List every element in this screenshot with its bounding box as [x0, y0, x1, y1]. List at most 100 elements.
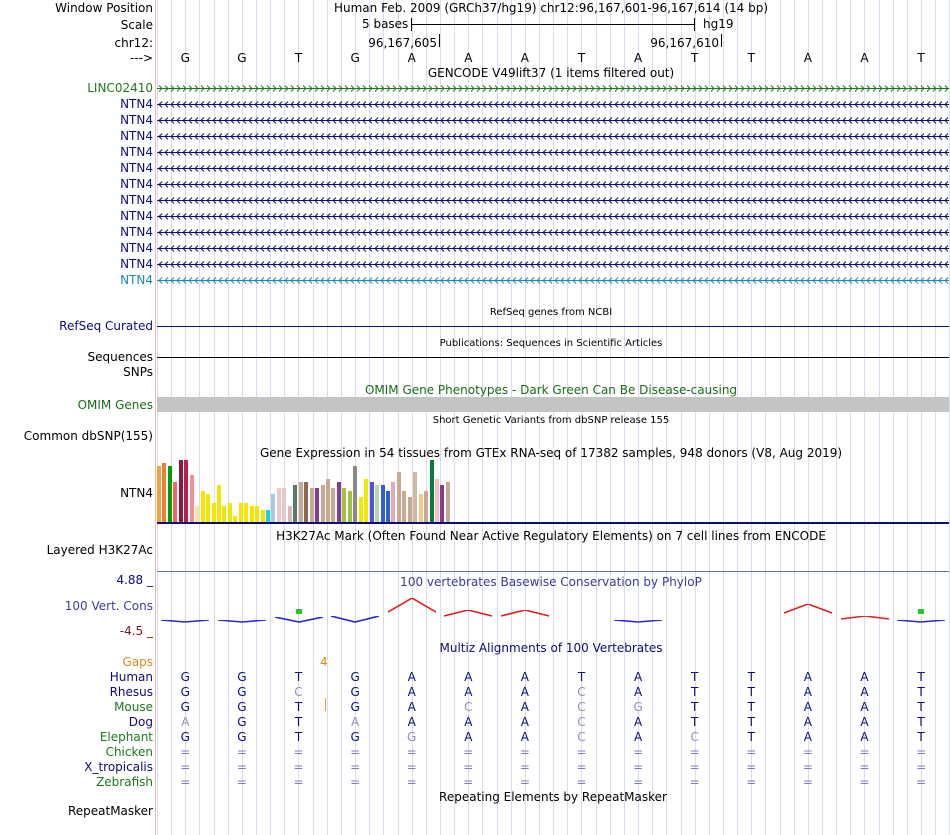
- gencode-item-label[interactable]: NTN4: [120, 129, 153, 143]
- gtex-tissue-bar[interactable]: [369, 482, 374, 522]
- gtex-tissue-bar[interactable]: [206, 494, 211, 522]
- gtex-tissue-bar[interactable]: [238, 503, 243, 522]
- gtex-tissue-bar[interactable]: [255, 506, 260, 522]
- gtex-tissue-bar[interactable]: [173, 482, 178, 522]
- gtex-tissue-bar[interactable]: [396, 472, 401, 522]
- gtex-tissue-bar[interactable]: [309, 488, 314, 522]
- phylop-score-glyph[interactable]: [840, 609, 889, 620]
- h3k27ac-track-label[interactable]: Layered H3K27Ac: [47, 543, 153, 557]
- gtex-tissue-bar[interactable]: [413, 472, 418, 522]
- gencode-item-feature[interactable]: [157, 164, 949, 173]
- gencode-item-label[interactable]: NTN4: [120, 177, 153, 191]
- gtex-tissue-bar[interactable]: [364, 479, 369, 522]
- gtex-tissue-bar[interactable]: [293, 485, 298, 522]
- gtex-tissue-bar[interactable]: [358, 497, 363, 522]
- multiz-species-label[interactable]: Dog: [129, 715, 153, 729]
- gtex-tissue-bar[interactable]: [298, 482, 303, 522]
- gtex-tissue-bar[interactable]: [304, 482, 309, 522]
- phylop-track-title[interactable]: 100 vertebrates Basewise Conservation by…: [400, 575, 702, 589]
- dbsnp-track-title[interactable]: Short Genetic Variants from dbSNP releas…: [433, 414, 670, 428]
- gencode-item-feature[interactable]: [157, 132, 949, 141]
- gtex-track-title[interactable]: Gene Expression in 54 tissues from GTEx …: [260, 446, 842, 460]
- gtex-tissue-bar[interactable]: [260, 510, 265, 522]
- gencode-item-feature[interactable]: [157, 244, 949, 253]
- gtex-tissue-bar[interactable]: [200, 491, 205, 522]
- multiz-species-label[interactable]: Mouse: [114, 700, 153, 714]
- repeatmasker-track-label[interactable]: RepeatMasker: [68, 804, 153, 818]
- omim-track-title[interactable]: OMIM Gene Phenotypes - Dark Green Can Be…: [365, 383, 737, 397]
- phylop-score-glyph[interactable]: [500, 606, 550, 617]
- snps-track-label[interactable]: SNPs: [123, 365, 153, 379]
- gtex-tissue-bar[interactable]: [326, 479, 330, 522]
- phylop-score-glyph[interactable]: [330, 612, 380, 623]
- multiz-track-title[interactable]: Multiz Alignments of 100 Vertebrates: [439, 641, 662, 655]
- gtex-tissue-bar[interactable]: [418, 494, 423, 522]
- gencode-item-label[interactable]: NTN4: [120, 161, 153, 175]
- gencode-item-label[interactable]: NTN4: [120, 193, 153, 207]
- gencode-item-label[interactable]: NTN4: [120, 241, 153, 255]
- phylop-score-glyph[interactable]: [783, 603, 833, 614]
- gtex-tissue-bar[interactable]: [157, 466, 161, 522]
- gtex-tissue-bar[interactable]: [276, 488, 281, 522]
- phylop-score-glyph[interactable]: [444, 606, 493, 617]
- phylop-score-glyph[interactable]: [217, 612, 266, 623]
- gtex-tissue-bar[interactable]: [353, 466, 358, 522]
- gencode-track-title[interactable]: GENCODE V49lift37 (1 items filtered out): [428, 66, 674, 80]
- gencode-item-feature[interactable]: [157, 148, 949, 157]
- gtex-tissue-bar[interactable]: [331, 488, 336, 522]
- gtex-tissue-bar[interactable]: [222, 506, 227, 522]
- gtex-tissue-bar[interactable]: [402, 491, 407, 522]
- gtex-tissue-bar[interactable]: [282, 488, 287, 522]
- gencode-item-feature[interactable]: [157, 116, 949, 125]
- gtex-tissue-bar[interactable]: [407, 497, 412, 522]
- gtex-tissue-bar[interactable]: [162, 463, 167, 522]
- gtex-tissue-bar[interactable]: [184, 460, 189, 522]
- gtex-tissue-bar[interactable]: [271, 494, 276, 522]
- gtex-tissue-bar[interactable]: [216, 485, 221, 522]
- gtex-tissue-bar[interactable]: [336, 482, 341, 522]
- multiz-species-label[interactable]: Elephant: [100, 730, 153, 744]
- gtex-tissue-bar[interactable]: [434, 479, 439, 522]
- multiz-species-label[interactable]: X_tropicalis: [84, 760, 153, 774]
- gtex-tissue-bar[interactable]: [266, 510, 270, 522]
- multiz-species-label[interactable]: Chicken: [106, 745, 153, 759]
- gencode-item-label[interactable]: NTN4: [120, 225, 153, 239]
- gtex-tissue-bar[interactable]: [195, 506, 200, 522]
- gtex-tissue-bar[interactable]: [244, 503, 249, 522]
- gtex-tissue-bar[interactable]: [189, 475, 194, 522]
- gencode-item-feature[interactable]: [157, 196, 949, 205]
- gencode-item-feature[interactable]: [157, 228, 949, 237]
- publications-track-title[interactable]: Publications: Sequences in Scientific Ar…: [440, 337, 663, 351]
- h3k27ac-track-title[interactable]: H3K27Ac Mark (Often Found Near Active Re…: [276, 529, 826, 543]
- gencode-item-label[interactable]: LINC02410: [87, 81, 153, 95]
- gtex-tissue-bar[interactable]: [385, 491, 390, 522]
- gtex-tissue-bar[interactable]: [380, 485, 385, 522]
- gtex-tissue-bar[interactable]: [440, 485, 445, 522]
- gencode-item-label[interactable]: NTN4: [120, 257, 153, 271]
- gencode-item-feature[interactable]: [157, 276, 949, 285]
- gtex-tissue-bar[interactable]: [375, 485, 379, 522]
- gencode-item-label[interactable]: NTN4: [120, 97, 153, 111]
- refseq-track-label[interactable]: RefSeq Curated: [59, 319, 153, 333]
- gencode-item-feature[interactable]: [157, 212, 949, 221]
- repeatmasker-track-title[interactable]: Repeating Elements by RepeatMasker: [439, 790, 667, 804]
- gtex-tissue-bar[interactable]: [445, 482, 450, 522]
- gtex-tissue-bar[interactable]: [342, 488, 347, 522]
- gtex-track-label[interactable]: NTN4: [120, 486, 153, 500]
- multiz-species-label[interactable]: Zebrafish: [96, 775, 153, 789]
- phylop-score-glyph[interactable]: [161, 612, 210, 623]
- omim-track-label[interactable]: OMIM Genes: [78, 398, 153, 412]
- gtex-tissue-bar[interactable]: [227, 503, 232, 522]
- gencode-item-label[interactable]: NTN4: [120, 209, 153, 223]
- gtex-tissue-bar[interactable]: [178, 460, 183, 522]
- phylop-track-label[interactable]: 100 Vert. Cons: [65, 599, 153, 613]
- gencode-item-feature[interactable]: [157, 180, 949, 189]
- gtex-tissue-bar[interactable]: [211, 503, 216, 522]
- gtex-tissue-bar[interactable]: [347, 491, 352, 522]
- gtex-tissue-bar[interactable]: [320, 485, 325, 522]
- gtex-tissue-bar[interactable]: [167, 466, 172, 522]
- multiz-species-label[interactable]: Rhesus: [110, 685, 153, 699]
- gencode-item-feature[interactable]: [157, 260, 949, 269]
- gtex-tissue-bar[interactable]: [315, 488, 320, 522]
- multiz-species-label[interactable]: Human: [110, 670, 153, 684]
